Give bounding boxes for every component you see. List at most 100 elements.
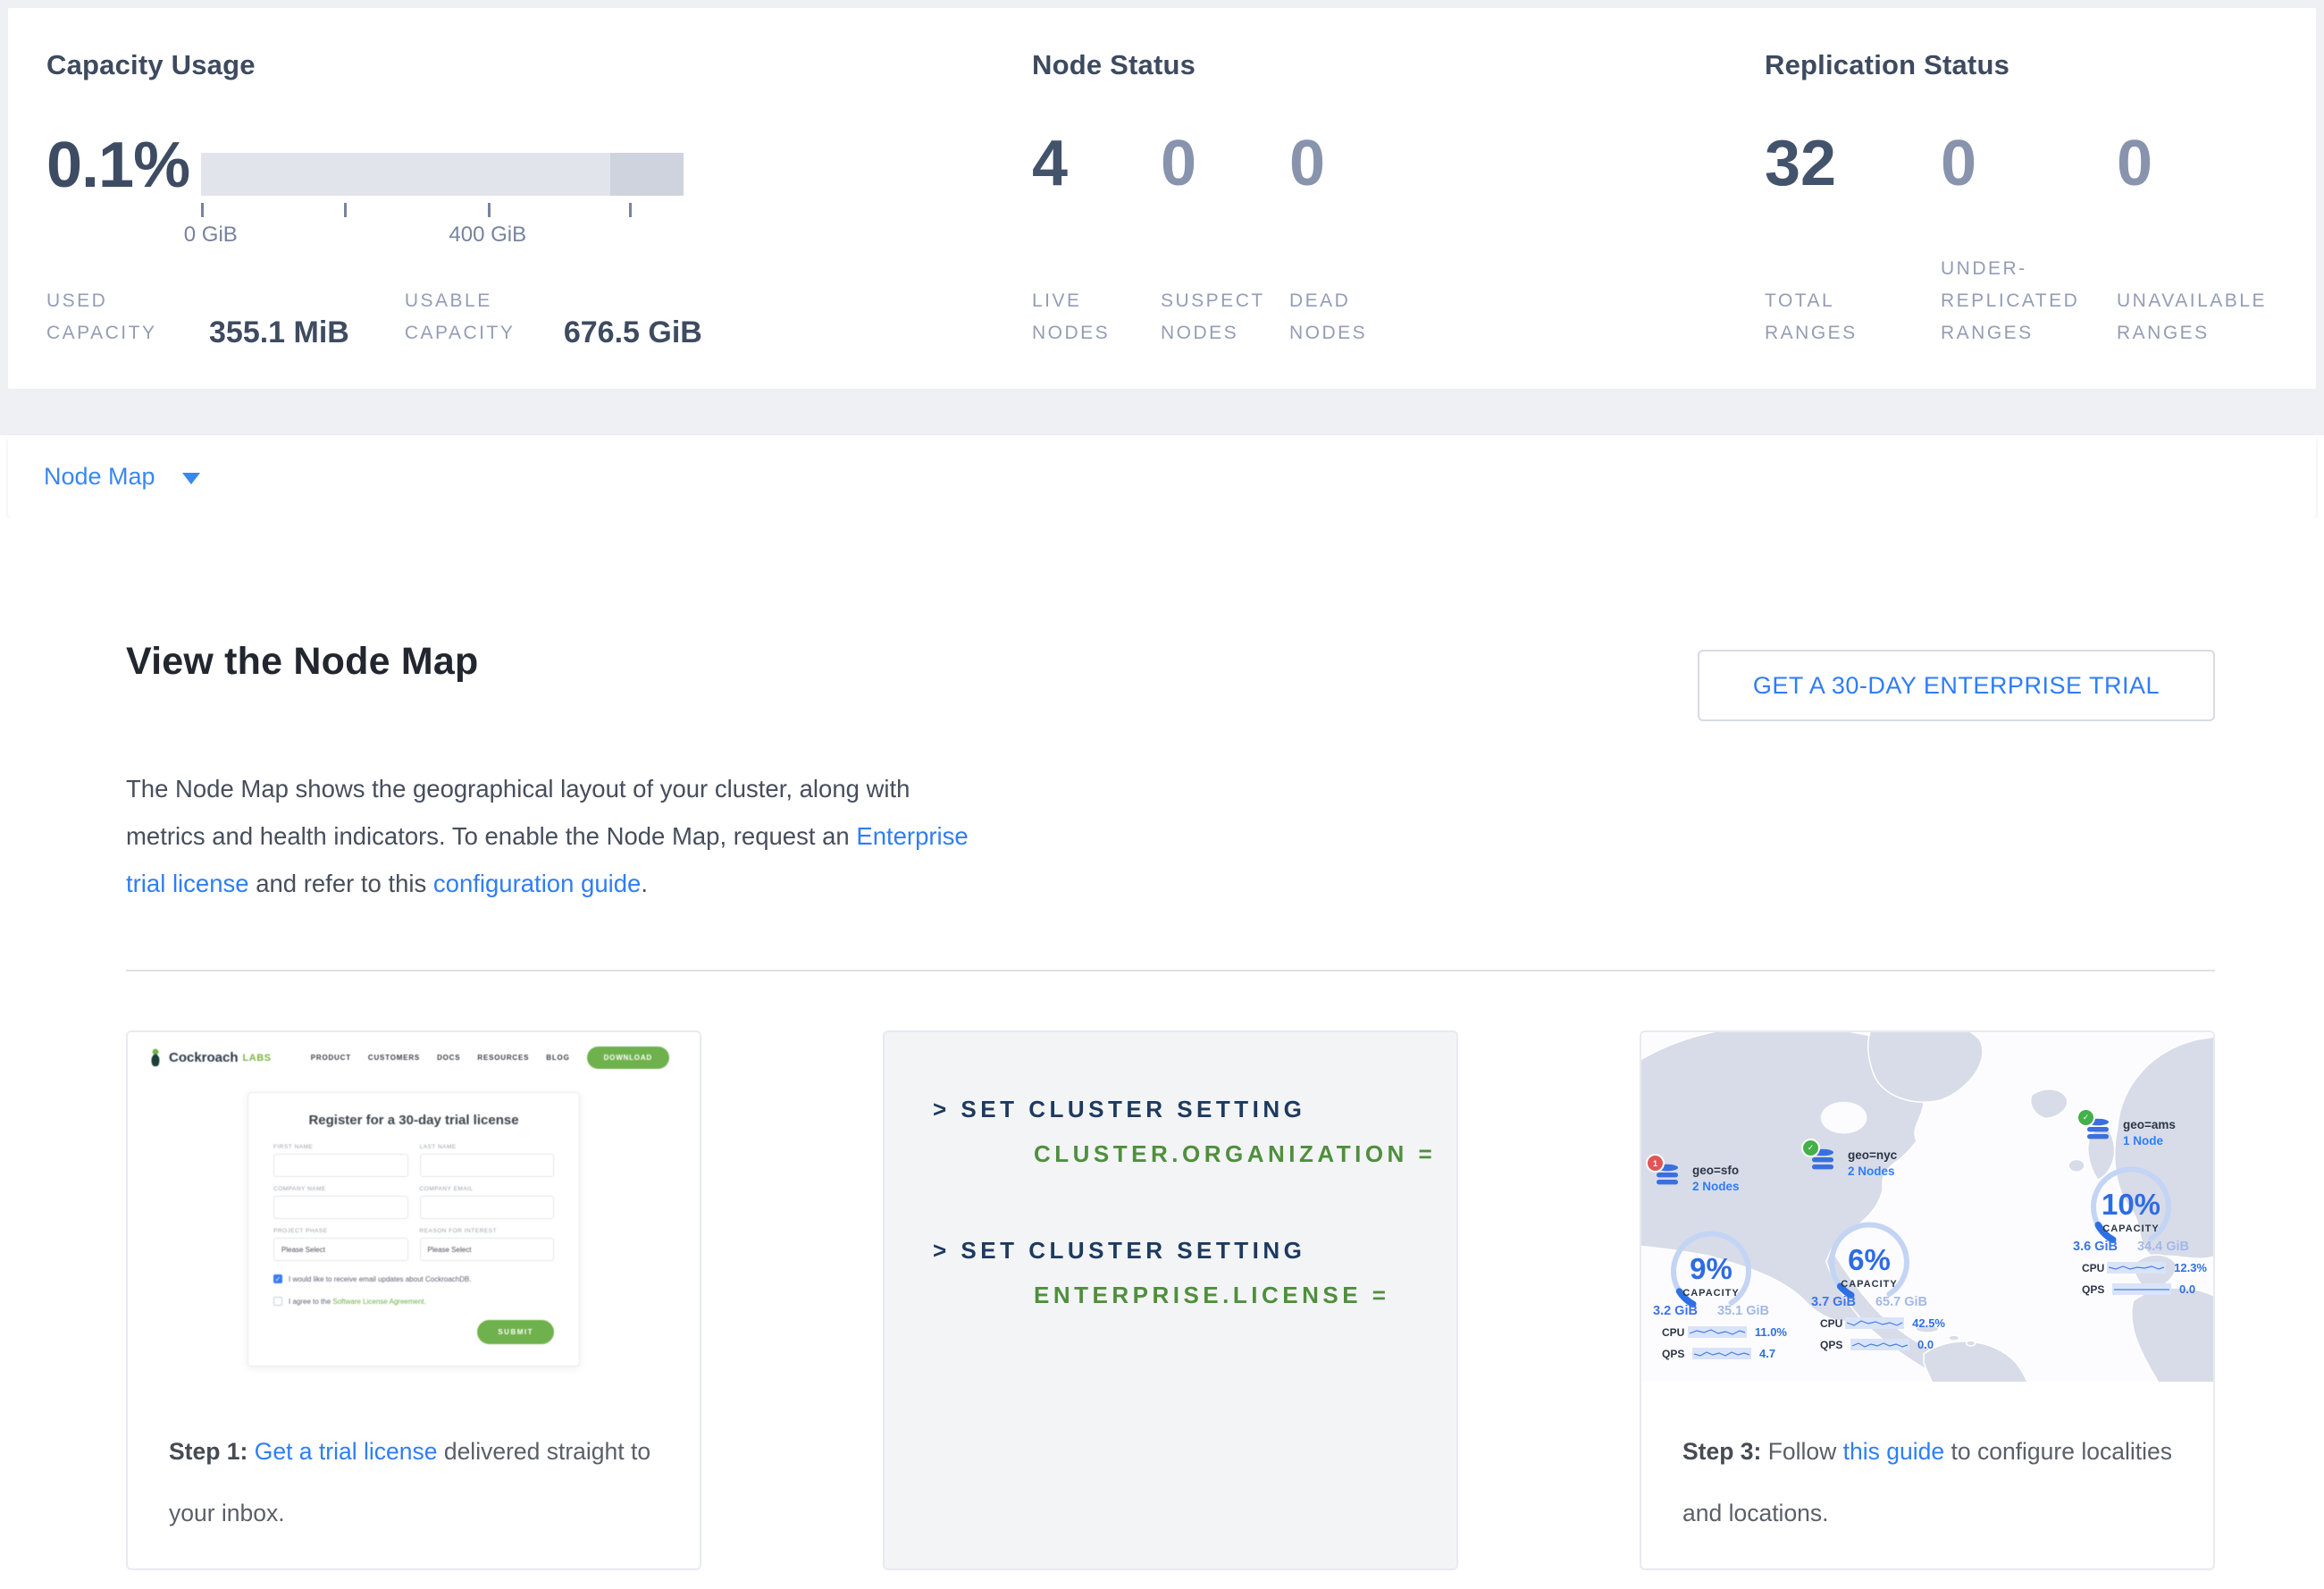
reason-for-interest-label: REASON FOR INTEREST bbox=[420, 1228, 555, 1234]
geo-nyc-marker: ✓ geo=nyc 2 Nodes bbox=[1809, 1148, 1897, 1178]
company-email-label: COMPANY EMAIL bbox=[420, 1186, 555, 1192]
geo-sfo-node-count: 2 Nodes bbox=[1692, 1180, 1740, 1193]
step-3-caption: Step 3: Follow this guide to configure l… bbox=[1641, 1382, 2213, 1568]
cpu-sparkline bbox=[1845, 1317, 1904, 1329]
used-capacity-label: USED CAPACITY bbox=[46, 285, 209, 349]
qps-sparkline bbox=[2112, 1283, 2171, 1295]
geo-ams-marker: ✓ geo=ams 1 Node bbox=[2085, 1118, 2176, 1148]
geo-ams-name: geo=ams bbox=[2123, 1118, 2176, 1131]
capacity-usage-panel: Capacity Usage 0.1% 0 GiB 400 GiB bbox=[46, 8, 1032, 389]
license-agreement-checkbox bbox=[273, 1297, 282, 1306]
license-agreement-label: I agree to the Software License Agreemen… bbox=[289, 1298, 426, 1306]
mini-nav-product: PRODUCT bbox=[311, 1054, 351, 1062]
step-1-caption: Step 1: Get a trial license delivered st… bbox=[128, 1382, 700, 1568]
geo-ams-node-count: 1 Node bbox=[2123, 1134, 2176, 1148]
capacity-bar-reserved-segment bbox=[610, 153, 684, 196]
used-capacity-value: 355.1 MiB bbox=[209, 316, 349, 349]
unavailable-ranges-value: 0 bbox=[2117, 131, 2293, 196]
under-replicated-ranges-label: UNDER-REPLICATED RANGES bbox=[1941, 253, 2117, 349]
mini-nav-blog: BLOG bbox=[546, 1054, 569, 1062]
cockroach-icon bbox=[147, 1048, 164, 1068]
chevron-down-icon bbox=[182, 473, 200, 484]
dead-nodes-label: DEAD NODES bbox=[1289, 285, 1418, 349]
trial-license-form: Register for a 30-day trial license FIRS… bbox=[248, 1092, 580, 1366]
step-3-label: Step 3: bbox=[1682, 1438, 1761, 1465]
tick-label-400gib: 400 GiB bbox=[449, 223, 526, 248]
section-divider bbox=[126, 970, 2215, 971]
mini-submit-button: SUBMIT bbox=[477, 1320, 554, 1344]
live-nodes-label: LIVE NODES bbox=[1032, 285, 1161, 349]
live-nodes-value: 4 bbox=[1032, 131, 1161, 196]
reason-for-interest-select: Please Select bbox=[420, 1238, 555, 1261]
trial-form-title: Register for a 30-day trial license bbox=[273, 1113, 554, 1128]
geo-sfo-name: geo=sfo bbox=[1692, 1164, 1740, 1177]
step-1-card: Cockroach LABS PRODUCT CUSTOMERS DOCS RE… bbox=[126, 1030, 701, 1570]
text-link[interactable]: this guide bbox=[1843, 1438, 1944, 1465]
unavailable-ranges-label: UNAVAILABLE RANGES bbox=[2117, 285, 2293, 349]
mini-nav-resources: RESOURCES bbox=[477, 1054, 529, 1062]
step-1-thumbnail: Cockroach LABS PRODUCT CUSTOMERS DOCS RE… bbox=[128, 1032, 700, 1382]
last-name-field bbox=[420, 1154, 555, 1177]
suspect-nodes-label: SUSPECT NODES bbox=[1161, 285, 1289, 349]
capacity-bar-track bbox=[201, 153, 684, 196]
step-2-card: > SET CLUSTER SETTING CLUSTER.ORGANIZATI… bbox=[883, 1030, 1458, 1570]
sql-prompt-1: > SET CLUSTER SETTING bbox=[933, 1095, 1456, 1125]
email-updates-checkbox: ✓ bbox=[273, 1274, 282, 1283]
sql-prompt-2: > SET CLUSTER SETTING bbox=[933, 1236, 1456, 1266]
suspect-nodes-value: 0 bbox=[1161, 131, 1289, 196]
replication-status-title: Replication Status bbox=[1765, 8, 2316, 81]
sql-setting-1: CLUSTER.ORGANIZATION = bbox=[933, 1139, 1456, 1170]
step-1-label: Step 1: bbox=[169, 1438, 248, 1465]
node-map-dropdown[interactable]: Node Map bbox=[8, 435, 2316, 517]
step-2-caption: Step 2: Activate the trial license with … bbox=[885, 1568, 1456, 1570]
step-3-thumbnail: 1 geo=sfo 2 Nodes 9% bbox=[1641, 1032, 2213, 1382]
geo-sfo-capacity-gauge: 9% CAPACITY 3.2 GiB35.1 GiB CPU 11.0% QP… bbox=[1641, 1229, 1796, 1372]
first-name-field bbox=[273, 1154, 408, 1177]
cpu-sparkline bbox=[2107, 1262, 2166, 1274]
cpu-sparkline bbox=[1688, 1326, 1747, 1338]
project-phase-label: PROJECT PHASE bbox=[273, 1228, 408, 1234]
page-title: View the Node Map bbox=[126, 639, 478, 685]
mini-download-button: DOWNLOAD bbox=[587, 1047, 669, 1069]
cockroach-labs-logo: Cockroach LABS bbox=[147, 1048, 271, 1068]
mini-nav-docs: DOCS bbox=[437, 1054, 460, 1062]
node-status-panel: Node Status 4 0 0 LIVE NODES SUSPECT NOD… bbox=[1032, 8, 1765, 389]
software-license-link: Software License Agreement. bbox=[332, 1298, 426, 1306]
geo-nyc-capacity-gauge: 6% CAPACITY 3.7 GiB65.7 GiB CPU 42.5% QP… bbox=[1784, 1220, 1954, 1363]
dead-nodes-value: 0 bbox=[1289, 131, 1418, 196]
replication-status-panel: Replication Status 32 0 0 TOTAL RANGES U… bbox=[1765, 8, 2316, 389]
qps-sparkline bbox=[1692, 1348, 1751, 1359]
step-3-card: 1 geo=sfo 2 Nodes 9% bbox=[1640, 1030, 2215, 1570]
mini-nav-customers: CUSTOMERS bbox=[368, 1054, 420, 1062]
total-ranges-label: TOTAL RANGES bbox=[1765, 285, 1941, 349]
node-map-dropdown-label: Node Map bbox=[44, 463, 155, 491]
summary-strip: Capacity Usage 0.1% 0 GiB 400 GiB bbox=[0, 0, 2324, 435]
step-2-thumbnail: > SET CLUSTER SETTING CLUSTER.ORGANIZATI… bbox=[885, 1032, 1456, 1568]
capacity-usage-title: Capacity Usage bbox=[46, 8, 1032, 81]
company-name-label: COMPANY NAME bbox=[273, 1186, 408, 1192]
company-name-field bbox=[273, 1196, 408, 1219]
text-link[interactable]: configuration guide bbox=[433, 870, 641, 897]
geo-ams-capacity-gauge: 10% CAPACITY 3.6 GiB34.4 GiB CPU 12.3% Q… bbox=[2046, 1164, 2213, 1307]
last-name-label: LAST NAME bbox=[420, 1144, 555, 1150]
total-ranges-value: 32 bbox=[1765, 131, 1941, 196]
geo-nyc-node-count: 2 Nodes bbox=[1848, 1164, 1897, 1178]
under-replicated-ranges-value: 0 bbox=[1941, 131, 2117, 196]
usable-capacity-label: USABLE CAPACITY bbox=[405, 285, 539, 349]
email-updates-label: I would like to receive email updates ab… bbox=[289, 1275, 472, 1283]
tick-label-0gib: 0 GiB bbox=[184, 223, 238, 248]
capacity-percent: 0.1% bbox=[46, 133, 201, 249]
node-status-title: Node Status bbox=[1032, 8, 1765, 81]
company-email-field bbox=[420, 1196, 555, 1219]
first-name-label: FIRST NAME bbox=[273, 1144, 408, 1150]
node-map-intro-section: View the Node Map GET A 30-DAY ENTERPRIS… bbox=[0, 517, 2324, 1570]
text-link[interactable]: Get a trial license bbox=[255, 1438, 438, 1465]
geo-nyc-name: geo=nyc bbox=[1848, 1148, 1897, 1162]
project-phase-select: Please Select bbox=[273, 1238, 408, 1261]
geo-sfo-capacity-percent: 9% bbox=[1641, 1252, 1796, 1286]
sql-setting-2: ENTERPRISE.LICENSE = bbox=[933, 1281, 1456, 1311]
capacity-bar: 0 GiB 400 GiB bbox=[201, 153, 684, 249]
enterprise-trial-button[interactable]: GET A 30-DAY ENTERPRISE TRIAL bbox=[1698, 650, 2215, 721]
node-map-description: The Node Map shows the geographical layo… bbox=[126, 766, 984, 907]
geo-ams-capacity-percent: 10% bbox=[2046, 1188, 2213, 1222]
